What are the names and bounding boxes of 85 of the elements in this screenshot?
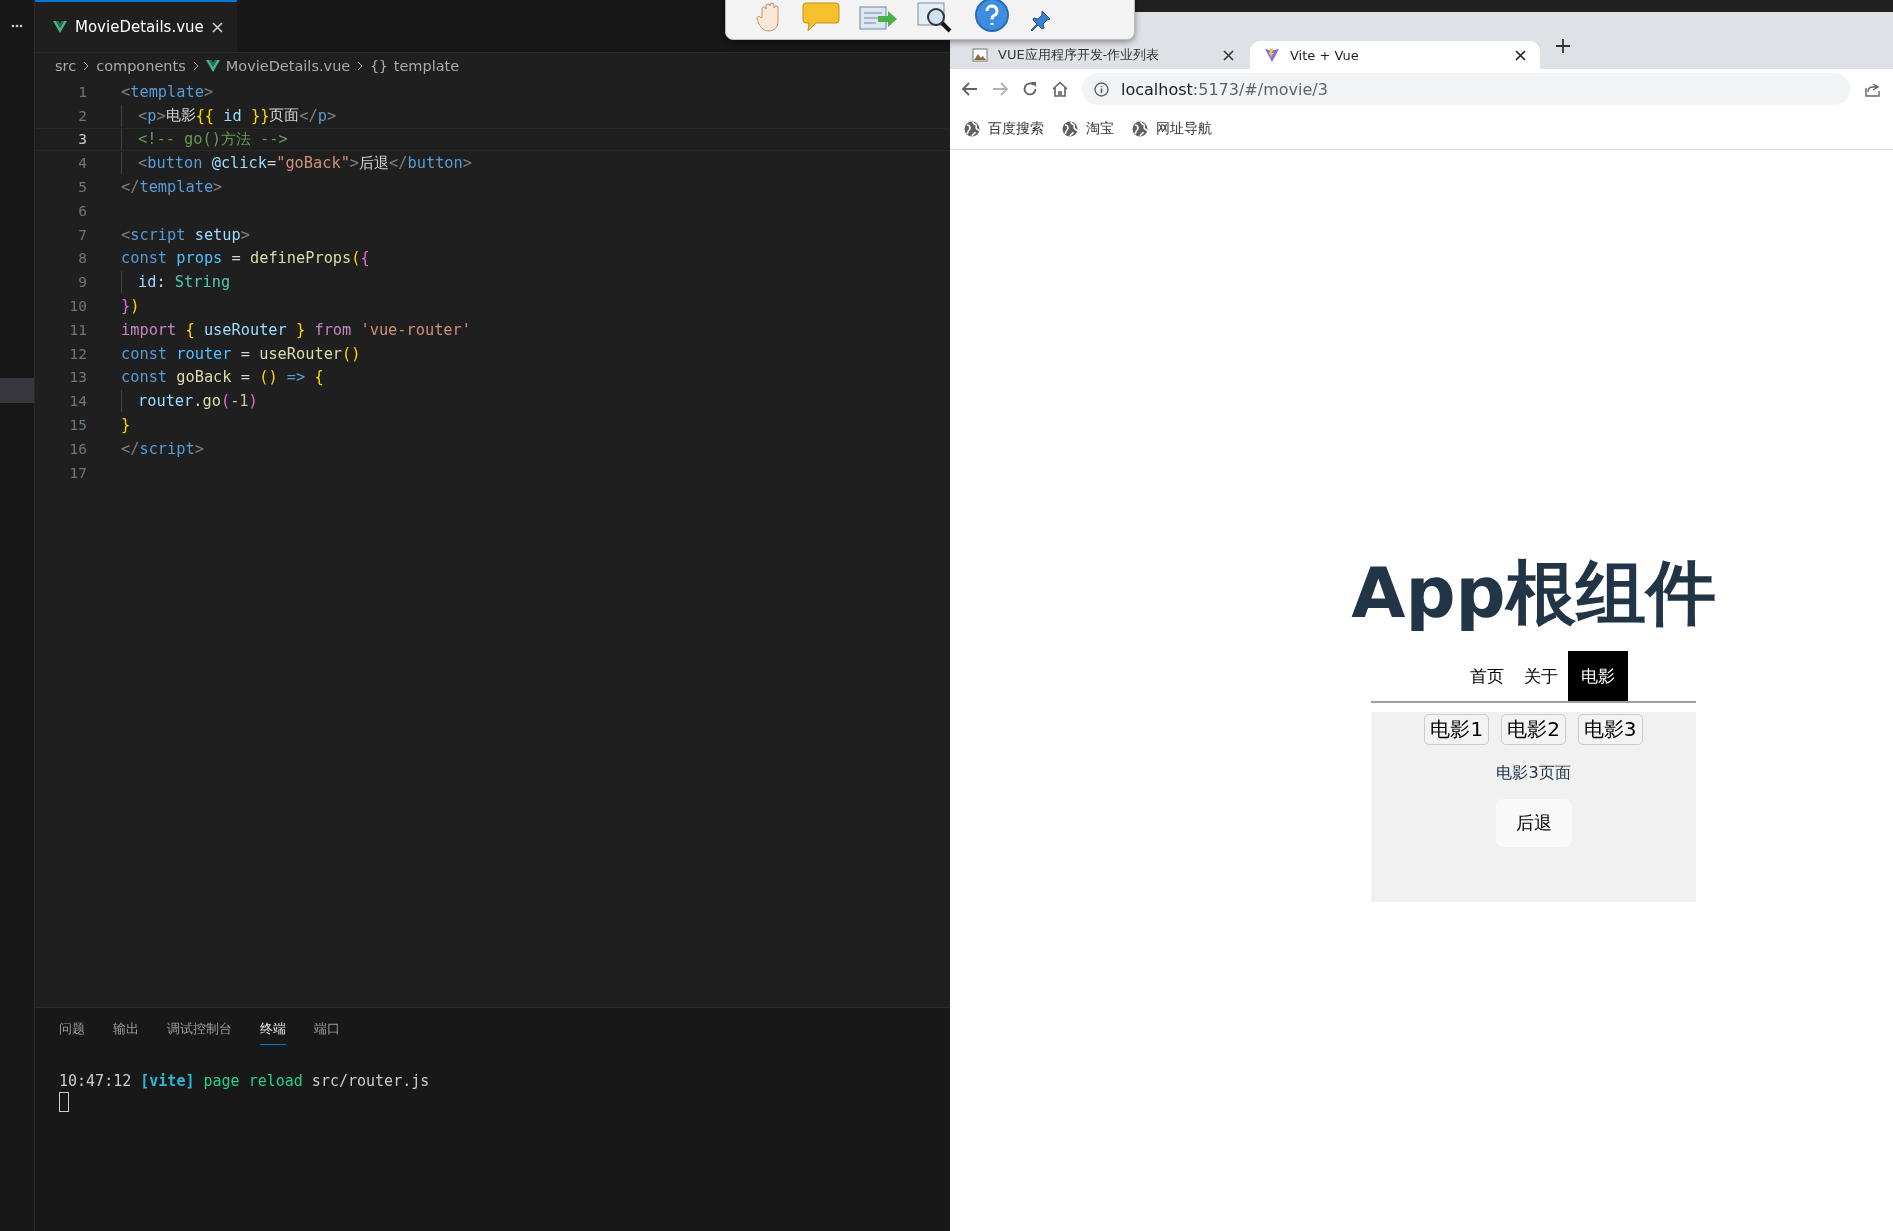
line-number: 14 xyxy=(68,393,88,410)
panel-tab[interactable]: 端口 xyxy=(314,1020,340,1044)
home-icon[interactable] xyxy=(1052,81,1068,97)
panel-tab[interactable]: 终端 xyxy=(260,1020,286,1045)
terminal-line: 10:47:12 [vite] page reload src/router.js xyxy=(59,1072,431,1090)
back-icon[interactable] xyxy=(962,82,978,96)
line-number: 2 xyxy=(77,107,88,124)
code-line: </script> xyxy=(121,438,204,460)
chevron-icon xyxy=(191,61,200,71)
line-number: 9 xyxy=(77,274,88,291)
browser-tab[interactable]: VUE应用程序开发-作业列表 xyxy=(958,41,1248,69)
close-tab-icon[interactable] xyxy=(1515,49,1526,61)
tab-title: Vite + Vue xyxy=(1290,47,1360,63)
bookmark[interactable]: 淘宝 xyxy=(1086,120,1114,138)
code-line: const props = defineProps({ xyxy=(121,248,370,270)
panel-tab[interactable]: 输出 xyxy=(113,1020,139,1044)
line-number: 1 xyxy=(77,83,88,100)
address-bar[interactable]: localhost:5173/#/movie/3 xyxy=(1082,73,1850,105)
close-tab-icon[interactable] xyxy=(1223,49,1234,61)
bookmark[interactable]: 百度搜索 xyxy=(988,120,1044,138)
page-title: App根组件 xyxy=(1351,551,1716,636)
globe-icon xyxy=(1132,121,1148,137)
line-number: 13 xyxy=(68,369,88,386)
line-number: 11 xyxy=(68,321,88,338)
close-icon[interactable] xyxy=(211,21,223,33)
url-text: localhost:5173/#/movie/3 xyxy=(1121,79,1328,99)
bookmark[interactable]: 网址导航 xyxy=(1156,120,1212,138)
more-icon[interactable] xyxy=(11,24,23,28)
panel-tab[interactable]: 调试控制台 xyxy=(167,1020,232,1044)
back-button[interactable]: 后退 xyxy=(1495,799,1572,847)
code-line: } xyxy=(121,415,131,436)
globe-icon xyxy=(1062,121,1078,137)
editor-tab[interactable]: MovieDetails.vue xyxy=(35,0,237,52)
globe-icon xyxy=(964,121,980,137)
line-number: 17 xyxy=(68,464,88,481)
movie-button[interactable]: 电影2 xyxy=(1501,714,1566,745)
line-number: 10 xyxy=(68,298,88,315)
line-number: 7 xyxy=(77,226,88,243)
chevron-icon xyxy=(82,61,91,71)
breadcrumb-item[interactable]: components xyxy=(96,58,186,74)
code-line: const goBack = () => { xyxy=(121,367,324,389)
code-line: <script setup> xyxy=(121,224,250,246)
nav-link[interactable]: 首页 xyxy=(1459,651,1514,701)
line-number: 5 xyxy=(77,179,88,196)
chevron-icon xyxy=(356,61,365,71)
code-line: <button @click="goBack">后退</button> xyxy=(138,152,472,175)
browser-tab[interactable]: Vite + Vue xyxy=(1250,41,1540,69)
line-number: 6 xyxy=(77,202,88,219)
code-line: <!-- go()方法 --> xyxy=(138,129,288,150)
image-icon xyxy=(972,47,988,63)
share-icon[interactable] xyxy=(1864,81,1881,97)
pin-icon[interactable] xyxy=(1028,9,1052,33)
line-number: 15 xyxy=(68,417,88,434)
line-number: 16 xyxy=(68,440,88,457)
code-line: import { useRouter } from 'vue-router' xyxy=(121,319,471,341)
code-line: }) xyxy=(121,296,140,317)
nav-link[interactable]: 电影 xyxy=(1567,651,1628,701)
breadcrumb-item[interactable]: src xyxy=(55,58,77,74)
line-number: 3 xyxy=(77,131,88,148)
vue-file-icon xyxy=(205,60,220,72)
code-line: id: String xyxy=(138,272,231,294)
code-line: <p>电影{{ id }}页面</p> xyxy=(138,105,337,127)
breadcrumb-item[interactable]: MovieDetails.vue xyxy=(225,58,351,74)
help-icon[interactable] xyxy=(974,0,1010,33)
tab-title: VUE应用程序开发-作业列表 xyxy=(998,46,1161,64)
movie-button[interactable]: 电影3 xyxy=(1577,714,1643,745)
movie-button[interactable]: 电影1 xyxy=(1424,714,1490,745)
line-number: 8 xyxy=(77,250,88,267)
vue-file-icon xyxy=(53,21,67,33)
code-line: const router = useRouter() xyxy=(121,343,361,365)
panel-tab[interactable]: 问题 xyxy=(59,1020,85,1044)
nav-link[interactable]: 关于 xyxy=(1513,651,1568,701)
code-line: router.go(-1) xyxy=(138,391,258,413)
movie-page-text: 电影3页面 xyxy=(1496,763,1571,784)
terminal-cursor xyxy=(59,1092,69,1112)
info-icon xyxy=(1094,81,1109,97)
vite-icon xyxy=(1264,47,1280,63)
plus-icon[interactable] xyxy=(1556,38,1570,53)
braces-symbol: {} xyxy=(370,58,388,74)
reload-icon[interactable] xyxy=(1022,81,1038,97)
line-number: 12 xyxy=(68,345,88,362)
breadcrumb-item[interactable]: template xyxy=(393,58,460,74)
code-line: <template> xyxy=(121,81,214,103)
line-number: 4 xyxy=(77,155,88,172)
code-line: </template> xyxy=(121,177,223,198)
